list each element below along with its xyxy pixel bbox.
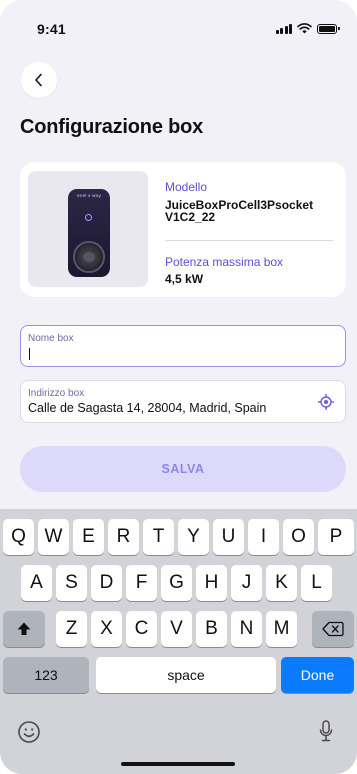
chevron-left-icon [35,73,42,87]
key-q[interactable]: Q [3,519,34,555]
backspace-icon [322,621,344,637]
page-title: Configurazione box [20,116,204,138]
key-w[interactable]: W [38,519,69,555]
key-o[interactable]: O [283,519,314,555]
key-e[interactable]: E [73,519,104,555]
box-address-label: Indirizzo box [28,388,85,399]
model-value-line2: V1C2_22 [165,210,216,224]
box-address-input[interactable]: Calle de Sagasta 14, 28004, Madrid, Spai… [28,401,266,415]
back-button[interactable] [21,62,57,98]
status-icons [275,23,340,34]
key-u[interactable]: U [213,519,244,555]
key-p[interactable]: P [318,519,354,555]
box-name-field[interactable]: Nome box [20,325,346,367]
app-screen: 9:41 Configurazione box enel x way Model… [0,0,357,774]
key-d[interactable]: D [91,565,122,601]
box-address-field[interactable]: Indirizzo box Calle de Sagasta 14, 28004… [20,380,346,423]
wifi-icon [297,23,312,34]
key-i[interactable]: I [248,519,279,555]
key-n[interactable]: N [231,611,262,647]
key-y[interactable]: Y [178,519,209,555]
box-name-label: Nome box [28,333,74,344]
key-x[interactable]: X [91,611,122,647]
key-a[interactable]: A [21,565,52,601]
emoji-icon[interactable] [17,720,41,744]
box-image: enel x way [28,171,148,287]
text-cursor [29,348,31,360]
box-info-card: enel x way Modello JuiceBoxProCell3Psock… [20,162,346,297]
key-c[interactable]: C [126,611,157,647]
microphone-icon[interactable] [318,719,334,745]
key-v[interactable]: V [161,611,192,647]
status-time: 9:41 [37,21,66,37]
key-f[interactable]: F [126,565,157,601]
done-key[interactable]: Done [281,657,354,693]
key-b[interactable]: B [196,611,227,647]
juicebox-device-image: enel x way [68,189,110,277]
shift-key[interactable] [3,611,45,647]
key-t[interactable]: T [143,519,174,555]
power-value: 4,5 kW [165,272,204,286]
signal-icon [275,23,292,34]
locate-icon[interactable] [317,393,335,411]
device-brand-logo: enel x way [76,194,102,199]
on-screen-keyboard: Q W E R T Y U I O P A S D F G H J K L Z … [0,509,357,774]
key-h[interactable]: H [196,565,227,601]
numbers-key[interactable]: 123 [3,657,89,693]
key-z[interactable]: Z [56,611,87,647]
shift-icon [17,622,31,635]
key-j[interactable]: J [231,565,262,601]
space-key[interactable]: space [96,657,276,693]
key-s[interactable]: S [56,565,87,601]
key-g[interactable]: G [161,565,192,601]
card-divider [165,240,333,241]
status-bar: 9:41 [0,0,357,50]
home-indicator [121,762,235,766]
key-r[interactable]: R [108,519,139,555]
backspace-key[interactable] [312,611,354,647]
save-button[interactable]: SALVA [20,446,346,492]
key-m[interactable]: M [266,611,297,647]
model-label: Modello [165,180,208,194]
battery-icon [317,23,340,34]
power-label: Potenza massima box [165,255,284,269]
key-k[interactable]: K [266,565,297,601]
key-l[interactable]: L [301,565,332,601]
